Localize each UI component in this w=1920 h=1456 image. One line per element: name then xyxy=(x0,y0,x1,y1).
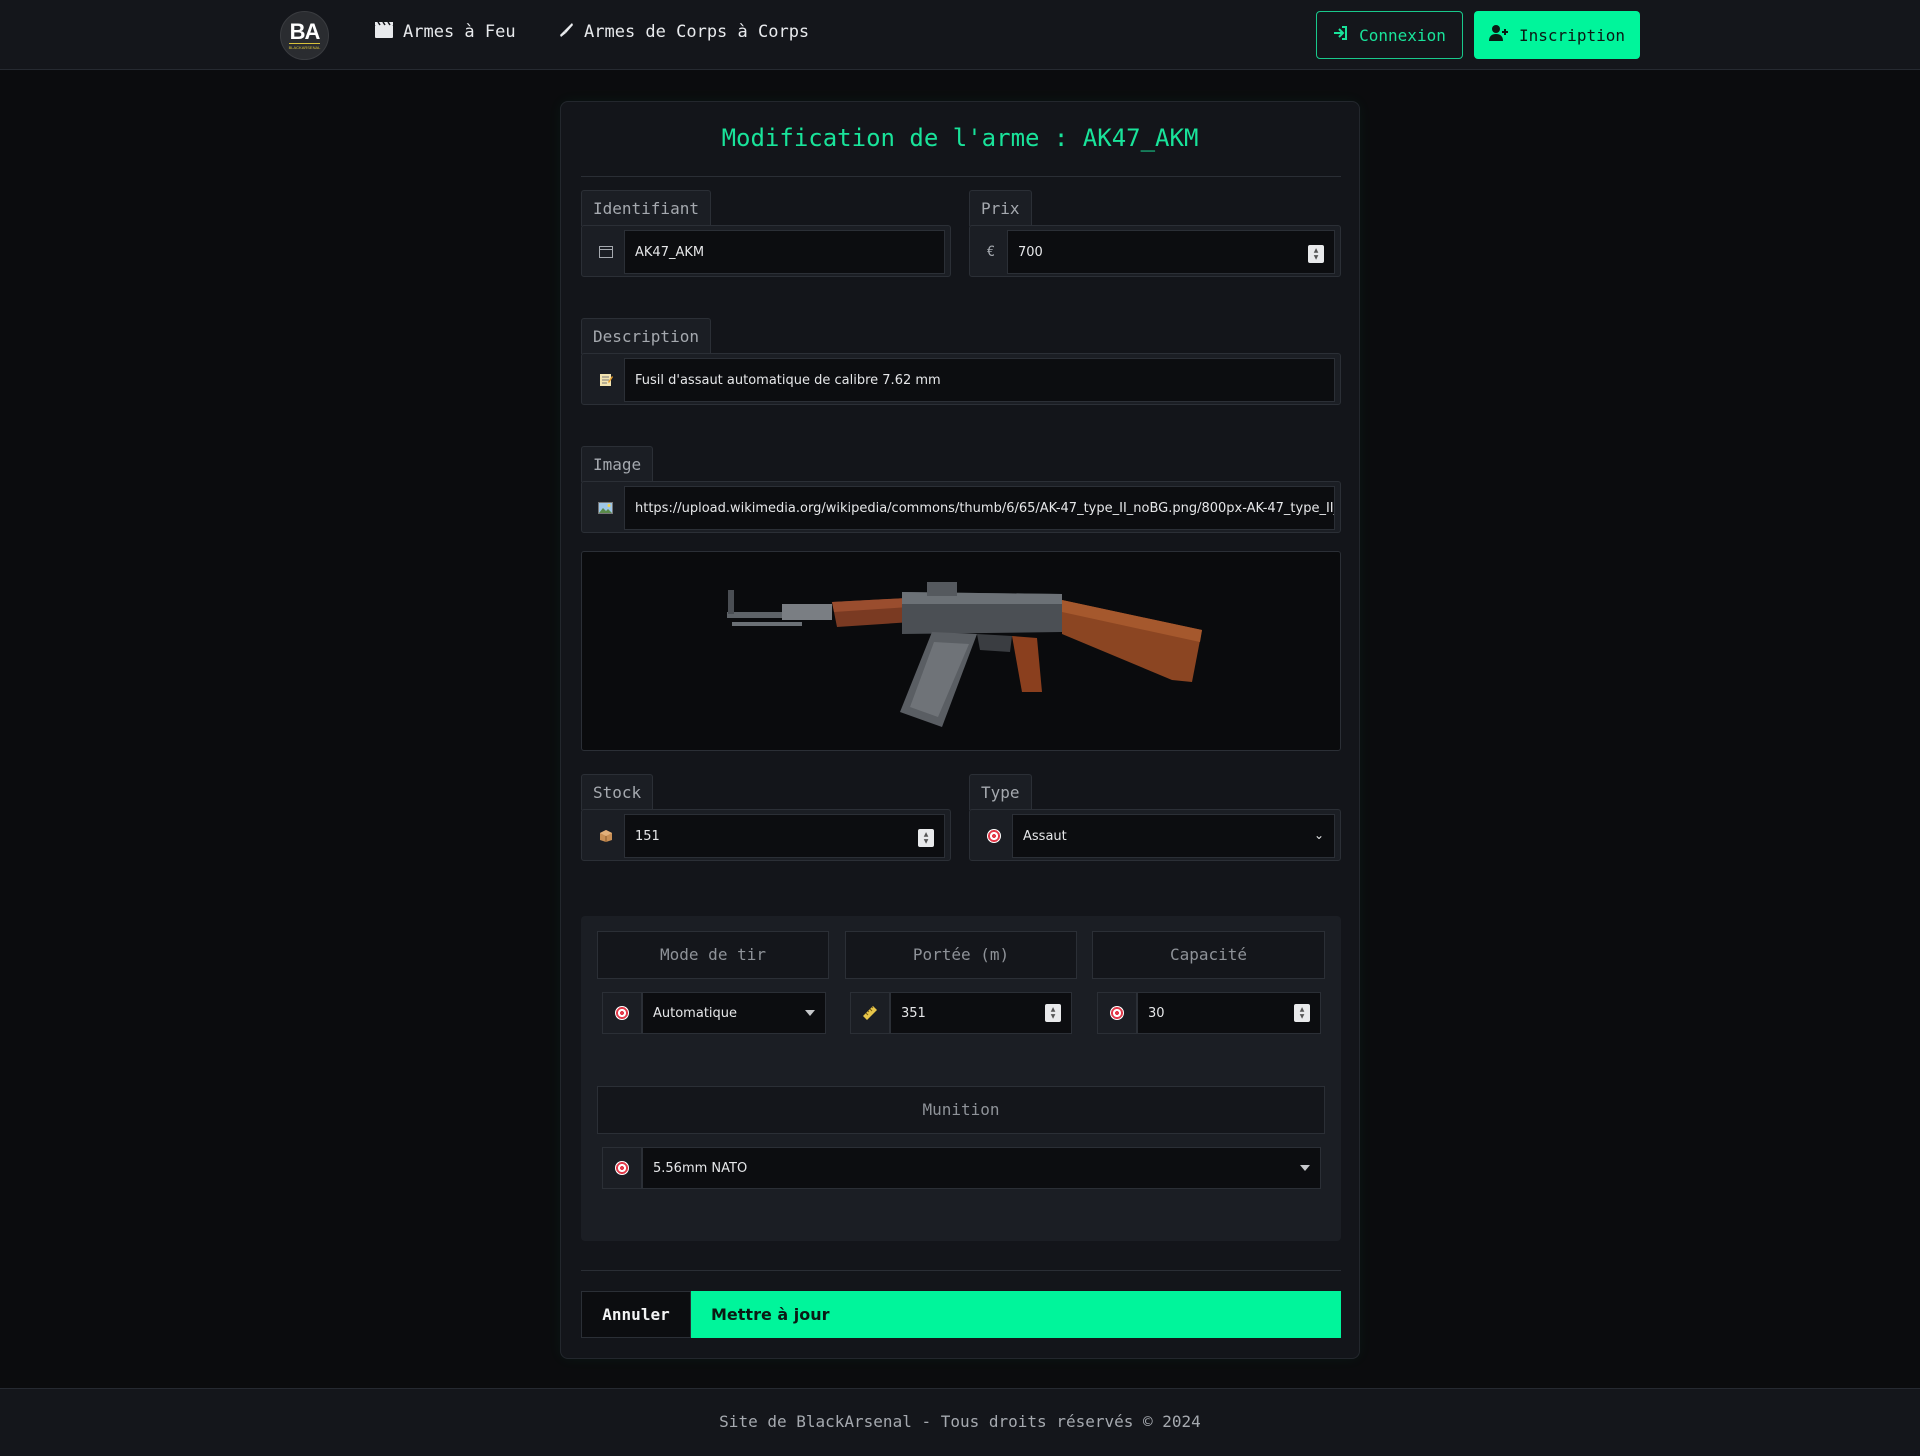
range-field-group: 351 ▲ ▼ xyxy=(850,992,1072,1034)
navbar: BA BLACKARSENAL Armes à Feu Armes de Cor… xyxy=(0,0,1920,70)
range-label: Portée (m) xyxy=(845,931,1077,979)
clapperboard-icon xyxy=(375,21,393,42)
page-title: Modification de l'arme : AK47_AKM xyxy=(721,124,1199,152)
picture-icon xyxy=(587,486,624,530)
window-icon xyxy=(587,230,624,274)
id-field-group: AK47_AKM xyxy=(581,225,951,277)
target-icon xyxy=(602,1147,642,1189)
footer: Site de BlackArsenal - Tous droits réser… xyxy=(0,1388,1920,1456)
capacity-label: Capacité xyxy=(1092,931,1325,979)
range-input[interactable]: 351 ▲ ▼ xyxy=(890,992,1072,1034)
weapon-image-preview xyxy=(581,551,1341,751)
fire-mode-label: Mode de tir xyxy=(597,931,829,979)
title-divider xyxy=(581,176,1341,177)
knife-icon xyxy=(558,22,574,42)
specs-panel: Mode de tir Portée (m) Capacité Automati… xyxy=(581,916,1341,1241)
id-label: Identifiant xyxy=(581,190,711,226)
logo-text: BA xyxy=(289,19,321,44)
ruler-icon xyxy=(850,992,890,1034)
nav-link-melee[interactable]: Armes de Corps à Corps xyxy=(558,22,809,42)
memo-icon xyxy=(587,358,624,402)
id-input[interactable]: AK47_AKM xyxy=(624,230,945,274)
caret-down-icon xyxy=(1300,1165,1310,1171)
price-stepper[interactable]: ▲ ▼ xyxy=(1308,245,1324,263)
ammo-select[interactable]: 5.56mm NATO xyxy=(642,1147,1321,1189)
edit-weapon-card: Modification de l'arme : AK47_AKM Identi… xyxy=(560,101,1360,1359)
ammo-label: Munition xyxy=(597,1086,1325,1134)
target-icon xyxy=(975,814,1012,858)
login-label: Connexion xyxy=(1359,25,1446,45)
capacity-input[interactable]: 30 ▲ ▼ xyxy=(1137,992,1321,1034)
price-label: Prix xyxy=(969,190,1032,226)
actions-divider xyxy=(581,1270,1341,1271)
logo-subtitle: BLACKARSENAL xyxy=(288,43,321,50)
image-url-input[interactable]: https://upload.wikimedia.org/wikipedia/c… xyxy=(624,486,1335,530)
capacity-value: 30 xyxy=(1148,1005,1165,1021)
footer-text: Site de BlackArsenal - Tous droits réser… xyxy=(719,1412,1201,1431)
caret-down-icon xyxy=(805,1010,815,1016)
range-stepper[interactable]: ▲ ▼ xyxy=(1045,1004,1061,1022)
stock-value: 151 xyxy=(635,828,660,844)
price-input[interactable]: 700 ▲ ▼ xyxy=(1007,230,1335,274)
logo[interactable]: BA BLACKARSENAL xyxy=(280,11,329,60)
nav-link-firearms-label: Armes à Feu xyxy=(403,22,516,42)
type-value: Assaut xyxy=(1023,828,1067,844)
description-field-group: Fusil d'assaut automatique de calibre 7.… xyxy=(581,353,1341,405)
login-icon xyxy=(1333,25,1349,45)
update-button[interactable]: Mettre à jour xyxy=(691,1291,1341,1338)
fire-mode-value: Automatique xyxy=(653,1005,738,1021)
chevron-down-icon: ⌄ xyxy=(1313,828,1324,842)
ammo-value: 5.56mm NATO xyxy=(653,1160,748,1176)
fire-mode-field-group: Automatique xyxy=(602,992,826,1034)
target-icon xyxy=(1097,992,1137,1034)
nav-link-firearms[interactable]: Armes à Feu xyxy=(375,21,516,42)
image-label: Image xyxy=(581,446,654,482)
target-icon xyxy=(602,992,642,1034)
fire-mode-select[interactable]: Automatique xyxy=(642,992,826,1034)
description-label: Description xyxy=(581,318,711,354)
image-field-group: https://upload.wikimedia.org/wikipedia/c… xyxy=(581,481,1341,533)
capacity-stepper[interactable]: ▲ ▼ xyxy=(1294,1004,1310,1022)
signup-button[interactable]: Inscription xyxy=(1474,11,1640,59)
cancel-button[interactable]: Annuler xyxy=(581,1291,691,1338)
nav-link-melee-label: Armes de Corps à Corps xyxy=(584,22,810,42)
user-plus-icon xyxy=(1489,25,1509,45)
stock-stepper[interactable]: ▲ ▼ xyxy=(918,829,934,847)
price-field-group: € 700 ▲ ▼ xyxy=(969,225,1341,277)
stock-field-group: 151 ▲ ▼ xyxy=(581,809,951,861)
type-field-group: Assaut ⌄ xyxy=(969,809,1341,861)
login-button[interactable]: Connexion xyxy=(1316,11,1463,59)
ammo-field-group: 5.56mm NATO xyxy=(602,1147,1321,1189)
type-label: Type xyxy=(969,774,1032,810)
capacity-field-group: 30 ▲ ▼ xyxy=(1097,992,1321,1034)
package-icon xyxy=(587,814,624,858)
euro-icon: € xyxy=(975,230,1007,274)
range-value: 351 xyxy=(901,1005,926,1021)
rifle-image xyxy=(727,582,1202,727)
type-select[interactable]: Assaut ⌄ xyxy=(1012,814,1335,858)
price-value: 700 xyxy=(1018,244,1043,260)
description-input[interactable]: Fusil d'assaut automatique de calibre 7.… xyxy=(624,358,1335,402)
signup-label: Inscription xyxy=(1519,25,1625,45)
stock-label: Stock xyxy=(581,774,654,810)
stock-input[interactable]: 151 ▲ ▼ xyxy=(624,814,945,858)
